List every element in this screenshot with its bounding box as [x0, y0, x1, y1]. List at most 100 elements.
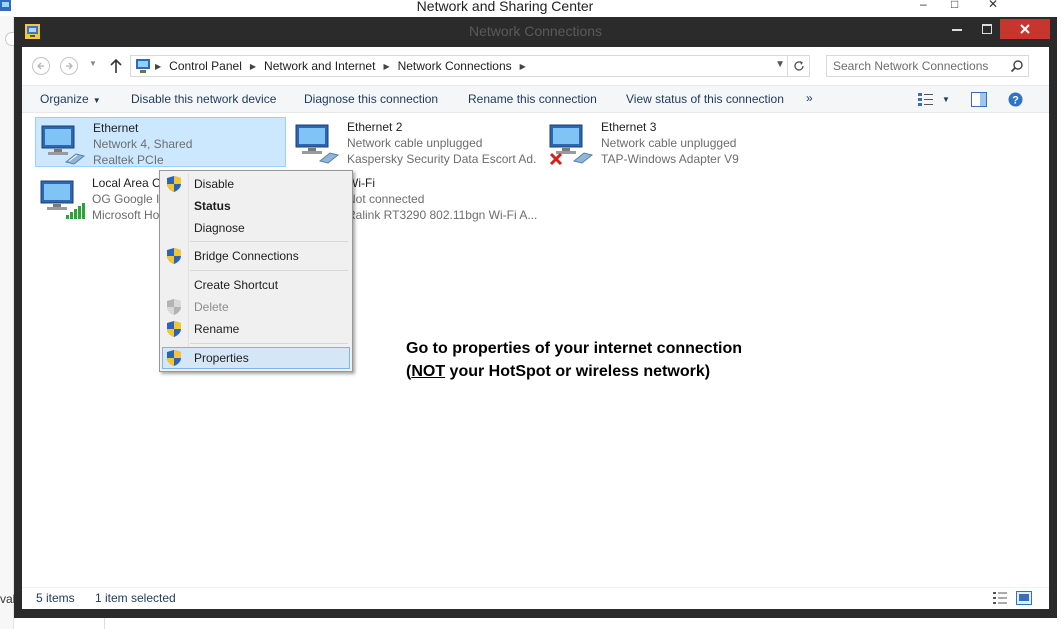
connection-item-ethernet[interactable]: Ethernet Network 4, Shared Realtek PCIe — [35, 117, 286, 167]
close-button[interactable] — [1000, 19, 1050, 39]
menu-item-label: Properties — [194, 351, 249, 365]
breadcrumb-network-and-internet[interactable]: Network and Internet — [264, 59, 375, 73]
menu-item-disable[interactable]: Disable — [162, 173, 350, 195]
connections-list: Ethernet Network 4, Shared Realtek PCIe … — [22, 113, 1049, 587]
connection-status: Network 4, Shared — [93, 137, 193, 151]
menu-item-properties[interactable]: Properties — [162, 347, 350, 369]
command-bar: Organize ▼ Disable this network device Di… — [22, 85, 1049, 113]
menu-item-label: Status — [194, 199, 231, 213]
background-close-button[interactable]: ✕ — [988, 0, 998, 11]
view-options-chevron-icon[interactable]: ▼ — [942, 95, 950, 104]
address-dropdown-icon[interactable]: ▼ — [775, 59, 785, 70]
network-connections-window: Network Connections ▼ ▶ Control Panel ▶ … — [14, 17, 1057, 618]
organize-menu[interactable]: Organize ▼ — [40, 92, 101, 106]
connection-adapter: Ralink RT3290 802.11bgn Wi-Fi A... — [347, 208, 537, 222]
connection-adapter: TAP-Windows Adapter V9 — [601, 152, 739, 166]
breadcrumb-separator[interactable]: ▶ — [155, 62, 161, 71]
selection-count: 1 item selected — [95, 591, 176, 605]
disable-device-button[interactable]: Disable this network device — [131, 92, 276, 106]
menu-separator — [190, 343, 348, 344]
help-icon[interactable]: ? — [1008, 92, 1023, 107]
menu-item-label: Bridge Connections — [194, 249, 299, 263]
search-box[interactable] — [826, 55, 1029, 77]
breadcrumb-network-connections[interactable]: Network Connections — [398, 59, 512, 73]
window-right-border — [1049, 47, 1057, 609]
diagnose-connection-button[interactable]: Diagnose this connection — [304, 92, 438, 106]
preview-pane-icon[interactable] — [971, 92, 987, 107]
connection-name: Ethernet — [93, 121, 139, 135]
status-bar: 5 items 1 item selected — [22, 587, 1049, 609]
menu-item-create-shortcut[interactable]: Create Shortcut — [162, 274, 350, 296]
forward-button[interactable] — [60, 57, 78, 75]
details-view-icon[interactable] — [992, 591, 1008, 605]
breadcrumb-control-panel[interactable]: Control Panel — [169, 59, 242, 73]
uac-shield-icon — [167, 350, 181, 366]
rename-connection-button[interactable]: Rename this connection — [468, 92, 597, 106]
connection-adapter: Kaspersky Security Data Escort Ad... — [347, 152, 537, 166]
breadcrumb-separator[interactable]: ▶ — [383, 62, 389, 71]
window-client-area: ▼ ▶ Control Panel ▶ Network and Internet… — [22, 47, 1049, 609]
maximize-icon — [982, 24, 992, 34]
minimize-button[interactable] — [942, 19, 972, 39]
connection-status: Not connected — [347, 192, 425, 206]
menu-item-delete: Delete — [162, 296, 350, 318]
more-commands-button[interactable]: » — [806, 91, 813, 105]
view-status-button[interactable]: View status of this connection — [626, 92, 784, 106]
refresh-button[interactable] — [787, 56, 809, 76]
connection-item-ethernet-3[interactable]: Ethernet 3 Network cable unplugged TAP-W… — [544, 117, 796, 167]
ethernet-icon — [295, 124, 340, 164]
menu-item-bridge-connections[interactable]: Bridge Connections — [162, 245, 350, 267]
minimize-icon — [952, 29, 962, 31]
recent-locations-button[interactable]: ▼ — [89, 59, 97, 68]
menu-item-rename[interactable]: Rename — [162, 318, 350, 340]
menu-item-label: Diagnose — [194, 221, 245, 235]
address-row: ▼ ▶ Control Panel ▶ Network and Internet… — [22, 47, 1049, 85]
annotation-emphasis: NOT — [411, 363, 446, 380]
background-maximize-button[interactable]: □ — [951, 0, 958, 11]
ethernet-icon — [41, 125, 86, 165]
uac-shield-icon — [167, 321, 181, 337]
menu-item-diagnose[interactable]: Diagnose — [162, 217, 350, 239]
background-window-titlebar: Network and Sharing Center – □ ✕ — [0, 0, 1061, 16]
menu-item-label: Rename — [194, 322, 240, 336]
connection-name: Wi-Fi — [347, 176, 375, 190]
menu-separator — [190, 241, 348, 242]
breadcrumb-separator[interactable]: ▶ — [520, 62, 526, 71]
background-minimize-button[interactable]: – — [920, 0, 927, 11]
menu-item-status[interactable]: Status — [162, 195, 350, 217]
search-icon[interactable] — [1010, 59, 1024, 73]
annotation-line-2: (NOT your HotSpot or wireless network) — [406, 360, 742, 383]
connection-status: Network cable unplugged — [347, 136, 483, 150]
connection-text: Ethernet 2 Network cable unplugged Kaspe… — [347, 119, 537, 167]
address-bar[interactable]: ▶ Control Panel ▶ Network and Internet ▶… — [130, 55, 810, 77]
connection-text: Ethernet Network 4, Shared Realtek PCIe — [93, 120, 283, 168]
connection-status: Network cable unplugged — [601, 136, 737, 150]
menu-item-label: Delete — [194, 300, 229, 314]
refresh-icon — [793, 61, 804, 71]
menu-item-label: Disable — [194, 177, 235, 191]
control-panel-icon — [136, 59, 150, 73]
organize-label: Organize — [40, 92, 89, 106]
maximize-button[interactable] — [972, 19, 1002, 39]
ethernet-disconnected-icon — [549, 124, 594, 165]
back-button[interactable] — [32, 57, 50, 75]
menu-item-label: Create Shortcut — [194, 278, 279, 292]
connection-name: Ethernet 3 — [601, 120, 657, 134]
context-menu: Disable Status Diagnose Bridge Connectio… — [159, 170, 353, 372]
change-view-icon[interactable] — [917, 92, 935, 108]
uac-shield-icon — [167, 248, 181, 264]
arrow-right-icon — [66, 62, 73, 70]
connection-adapter: Realtek PCIe — [93, 153, 164, 167]
wireless-signal-icon — [40, 180, 85, 219]
item-count: 5 items — [36, 591, 75, 605]
search-input[interactable] — [827, 56, 1007, 76]
large-icons-view-icon[interactable] — [1016, 591, 1032, 605]
close-icon — [1020, 24, 1030, 34]
uac-shield-icon — [167, 176, 181, 192]
arrow-up-icon[interactable] — [108, 57, 124, 75]
uac-shield-icon — [167, 299, 181, 315]
chevron-down-icon: ▼ — [92, 96, 101, 105]
connection-item-ethernet-2[interactable]: Ethernet 2 Network cable unplugged Kaspe… — [290, 117, 542, 167]
menu-separator — [190, 270, 348, 271]
breadcrumb-separator[interactable]: ▶ — [250, 62, 256, 71]
